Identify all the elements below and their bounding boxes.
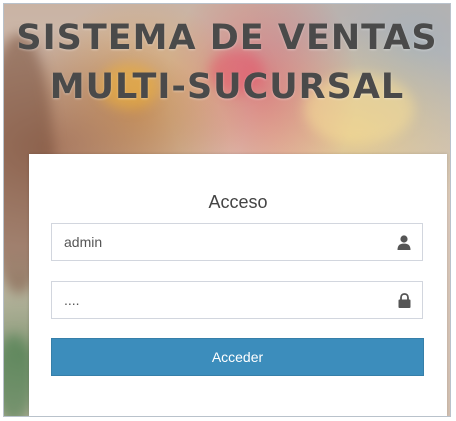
- page-title: SISTEMA DE VENTAS MULTI-SUCURSAL: [4, 14, 450, 112]
- user-icon: [396, 234, 412, 250]
- title-line-2: MULTI-SUCURSAL: [49, 67, 405, 107]
- login-background: SISTEMA DE VENTAS MULTI-SUCURSAL Acceso: [3, 3, 451, 417]
- lock-icon: [396, 292, 412, 308]
- title-line-1: SISTEMA DE VENTAS: [16, 18, 438, 58]
- username-input[interactable]: [64, 224, 384, 260]
- login-heading: Acceso: [208, 192, 268, 212]
- login-button[interactable]: Acceder: [51, 338, 424, 376]
- password-field[interactable]: [51, 281, 423, 319]
- username-field[interactable]: [51, 223, 423, 261]
- login-card: Acceso Acceder: [29, 154, 447, 416]
- password-input[interactable]: [64, 282, 384, 318]
